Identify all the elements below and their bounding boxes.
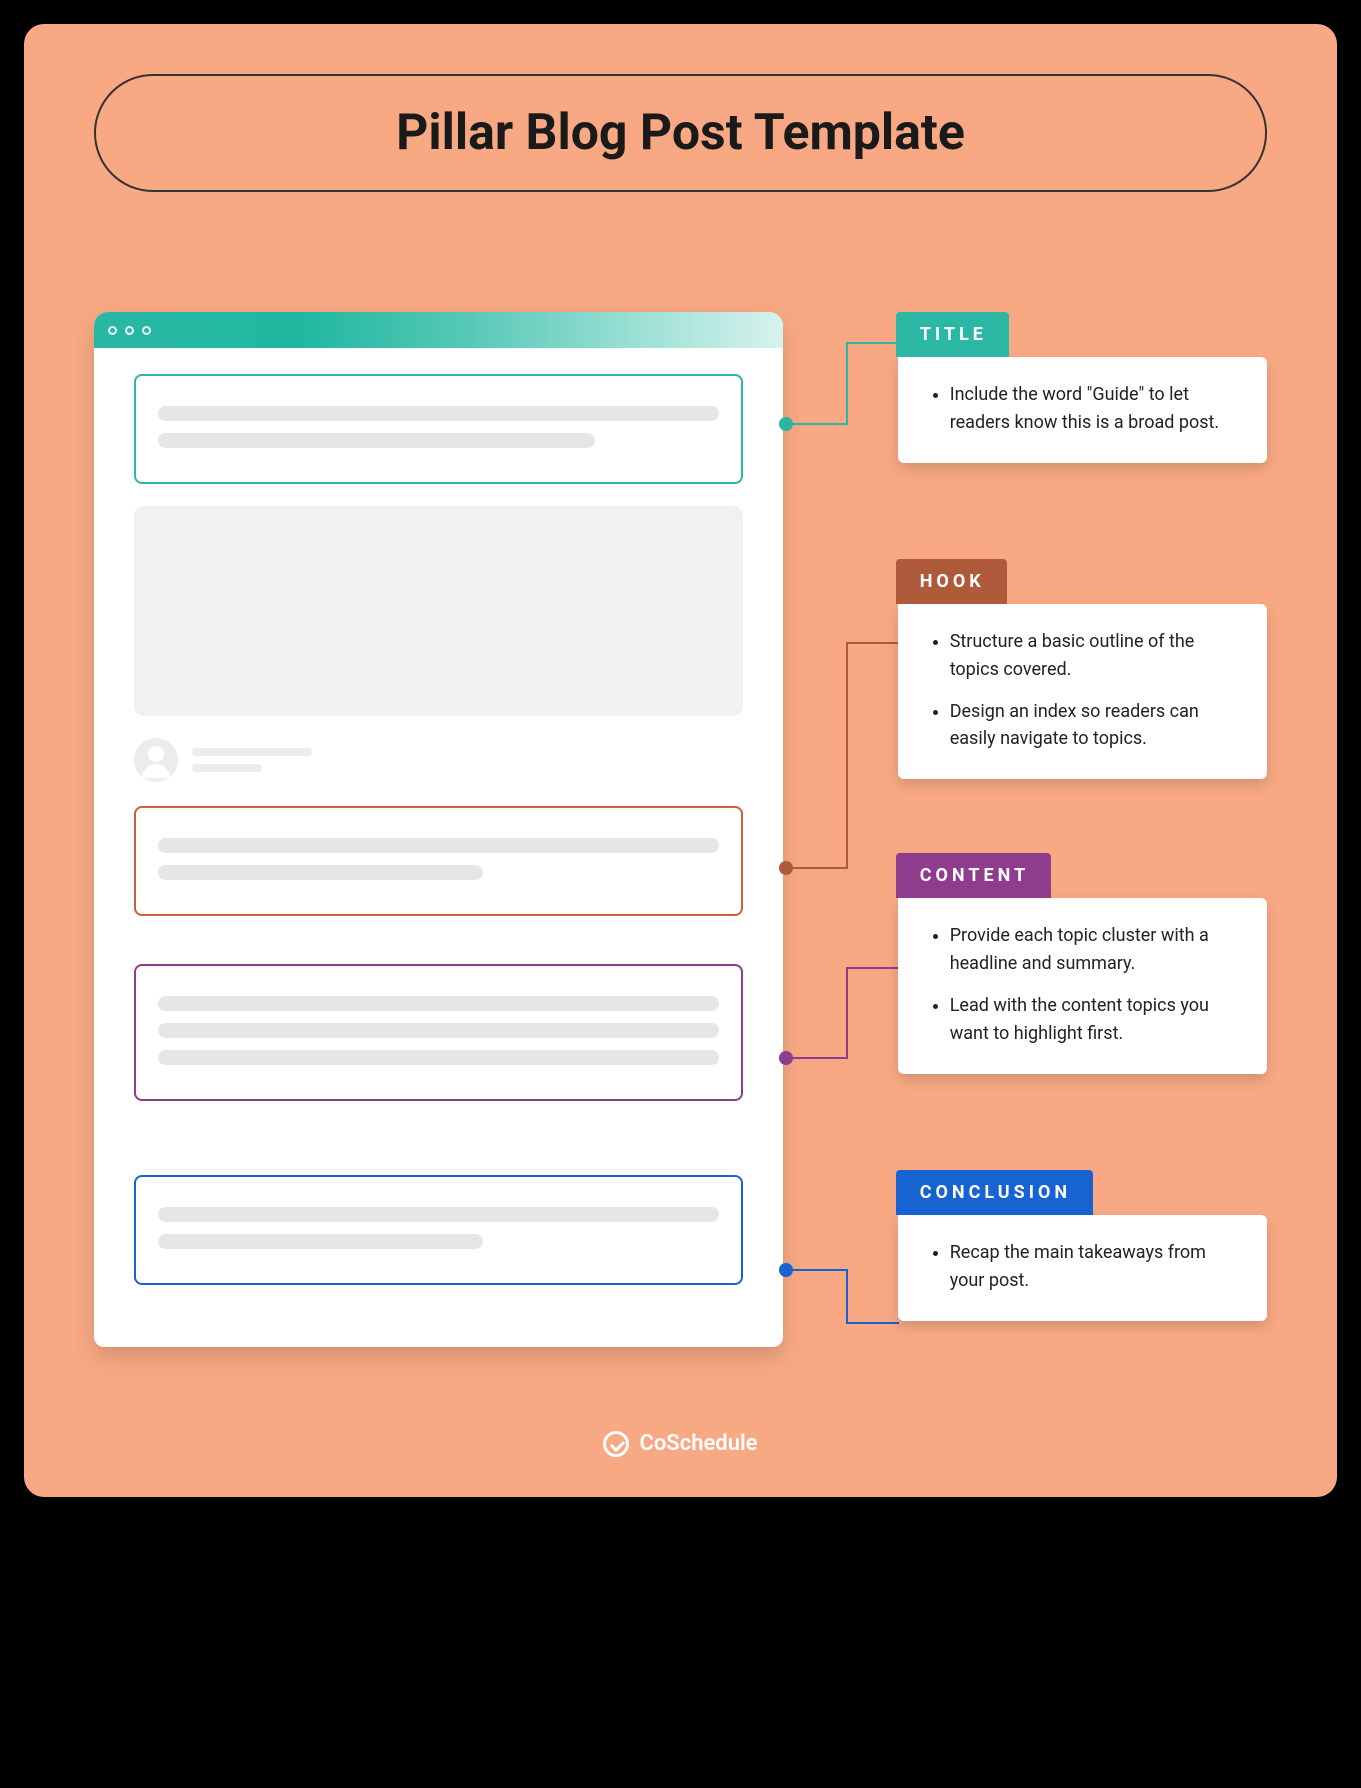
main-layout: TITLE Include the word "Guide" to let re…	[94, 312, 1267, 1361]
author-lines	[192, 748, 312, 772]
bullet: Design an index so readers can easily na…	[950, 698, 1241, 754]
wire-title-box	[134, 374, 743, 484]
infographic-frame: Pillar Blog Post Template	[24, 24, 1337, 1497]
window-dot-icon	[142, 326, 151, 335]
placeholder-line	[192, 748, 312, 756]
placeholder-line	[158, 1234, 483, 1249]
bullet: Include the word "Guide" to let readers …	[950, 381, 1241, 437]
callout-card: Recap the main takeaways from your post.	[898, 1215, 1267, 1321]
connector-line	[786, 1057, 846, 1059]
connector-line	[846, 967, 848, 1059]
wire-hook-box	[134, 806, 743, 916]
placeholder-line	[158, 1050, 719, 1065]
section-tag: HOOK	[896, 559, 1007, 604]
connector-line	[786, 423, 846, 425]
placeholder-line	[158, 406, 719, 421]
callout-conclusion: CONCLUSION Recap the main takeaways from…	[898, 1170, 1267, 1321]
wire-author-row	[134, 738, 743, 782]
bullet: Recap the main takeaways from your post.	[950, 1239, 1241, 1295]
placeholder-line	[158, 838, 719, 853]
callout-card: Structure a basic outline of the topics …	[898, 604, 1267, 780]
callout-content: CONTENT Provide each topic cluster with …	[898, 853, 1267, 1074]
placeholder-line	[192, 764, 262, 772]
section-tag: TITLE	[896, 312, 1009, 357]
page-title: Pillar Blog Post Template	[146, 104, 1215, 162]
callout-card: Include the word "Guide" to let readers …	[898, 357, 1267, 463]
connector-line	[846, 1269, 848, 1322]
callout-card: Provide each topic cluster with a headli…	[898, 898, 1267, 1074]
bullet: Provide each topic cluster with a headli…	[950, 922, 1241, 978]
browser-mock	[94, 312, 783, 1347]
placeholder-line	[158, 865, 483, 880]
browser-column	[94, 312, 783, 1347]
wire-image-placeholder	[134, 506, 743, 716]
avatar-icon	[134, 738, 178, 782]
connector-line	[786, 1269, 846, 1271]
callout-title: TITLE Include the word "Guide" to let re…	[898, 312, 1267, 463]
connector-line	[846, 967, 899, 969]
connector-line	[846, 642, 899, 644]
browser-titlebar	[94, 312, 783, 348]
wire-content-box	[134, 964, 743, 1101]
bullet: Structure a basic outline of the topics …	[950, 628, 1241, 684]
window-dot-icon	[108, 326, 117, 335]
browser-body	[94, 348, 783, 1347]
connector-line	[786, 867, 846, 869]
placeholder-line	[158, 1207, 719, 1222]
page-title-pill: Pillar Blog Post Template	[94, 74, 1267, 192]
section-tag: CONTENT	[896, 853, 1052, 898]
bullet: Lead with the content topics you want to…	[950, 992, 1241, 1048]
window-dot-icon	[125, 326, 134, 335]
brand-check-icon	[603, 1431, 629, 1457]
placeholder-line	[158, 996, 719, 1011]
callout-column: TITLE Include the word "Guide" to let re…	[898, 312, 1267, 1361]
connector-line	[846, 642, 848, 869]
footer-brand: CoSchedule	[94, 1431, 1267, 1457]
connector-line	[846, 342, 899, 344]
brand-name: CoSchedule	[639, 1431, 757, 1456]
placeholder-line	[158, 1023, 719, 1038]
wire-conclusion-box	[134, 1175, 743, 1285]
section-tag: CONCLUSION	[896, 1170, 1093, 1215]
callout-hook: HOOK Structure a basic outline of the to…	[898, 559, 1267, 780]
connector-line	[846, 342, 848, 425]
connector-line	[846, 1322, 899, 1324]
placeholder-line	[158, 433, 595, 448]
